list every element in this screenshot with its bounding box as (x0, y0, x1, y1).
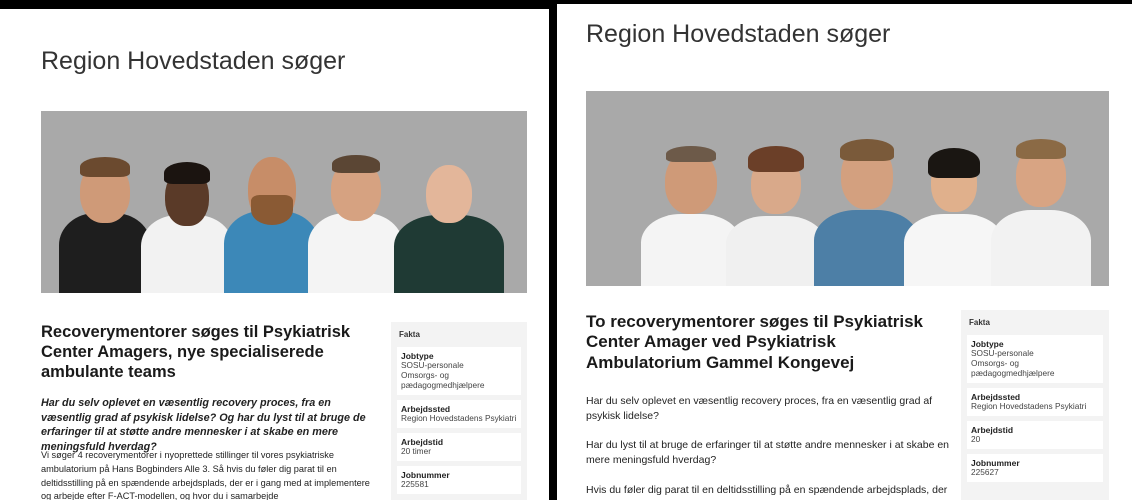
page-title: Region Hovedstaden søger (41, 47, 346, 75)
person-figure (59, 143, 151, 293)
person-figure (726, 136, 826, 286)
person-figure (308, 143, 403, 293)
fact-value: Region Hovedstadens Psykiatri (401, 412, 517, 423)
fact-value: SOSU-personale Omsorgs- og pædagogmedhjæ… (401, 360, 485, 390)
person-figure (904, 136, 1004, 286)
person-figure (991, 131, 1091, 286)
facts-title: Fakta (969, 318, 990, 327)
fact-value: 225581 (401, 478, 429, 489)
fact-value: 20 timer (401, 445, 431, 456)
hero-image (41, 111, 527, 293)
job-headline: Recoverymentorer søges til Psykiatrisk C… (41, 323, 351, 381)
job-paragraph-1: Har du selv oplevet en væsentlig recover… (586, 395, 933, 423)
job-headline: To recoverymentorer søges til Psykiatris… (586, 312, 924, 372)
job-intro: Har du selv oplevet en væsentlig recover… (41, 397, 366, 453)
job-ad-panel-left: Region Hovedstaden søger Recoverymentore… (0, 0, 549, 500)
fact-jobtype: Jobtype SOSU-personale Omsorgs- og pædag… (397, 347, 521, 395)
person-figure (224, 143, 319, 293)
job-paragraph-3: Hvis du føler dig parat til en deltidsst… (586, 484, 948, 496)
fact-value: SOSU-personale Omsorgs- og pædagogmedhjæ… (971, 348, 1055, 378)
person-figure (141, 148, 233, 293)
job-paragraph-2: Har du lyst til at bruge de erfaringer t… (586, 439, 950, 467)
person-figure (394, 143, 504, 293)
fact-jobnumber: Jobnummer 225581 (397, 465, 521, 494)
job-ad-panel-right: Region Hovedstaden søger To recoveryment… (557, 0, 1132, 500)
fact-jobnumber: Jobnummer 225627 (967, 453, 1103, 482)
fact-hours: Arbejdstid 20 timer (397, 432, 521, 461)
fact-workplace: Arbejdssted Region Hovedstadens Psykiatr… (967, 387, 1103, 416)
facts-box: Fakta Jobtype SOSU-personale Omsorgs- og… (961, 310, 1109, 500)
fact-label: Arbejdstid (971, 424, 1014, 435)
fact-jobtype: Jobtype SOSU-personale Omsorgs- og pædag… (967, 335, 1103, 383)
hero-image (586, 91, 1109, 286)
fact-hours: Arbejdstid 20 (967, 420, 1103, 449)
fact-workplace: Arbejdssted Region Hovedstadens Psykiatr… (397, 399, 521, 428)
fact-value: Region Hovedstadens Psykiatri (971, 400, 1087, 411)
facts-box: Fakta Jobtype SOSU-personale Omsorgs- og… (391, 322, 527, 500)
facts-title: Fakta (399, 330, 420, 339)
page-title: Region Hovedstaden søger (586, 20, 891, 48)
fact-value: 20 (971, 433, 981, 444)
fact-value: 225627 (971, 466, 999, 477)
job-description: Vi søger 4 recoverymentorer i nyopretted… (41, 450, 370, 500)
